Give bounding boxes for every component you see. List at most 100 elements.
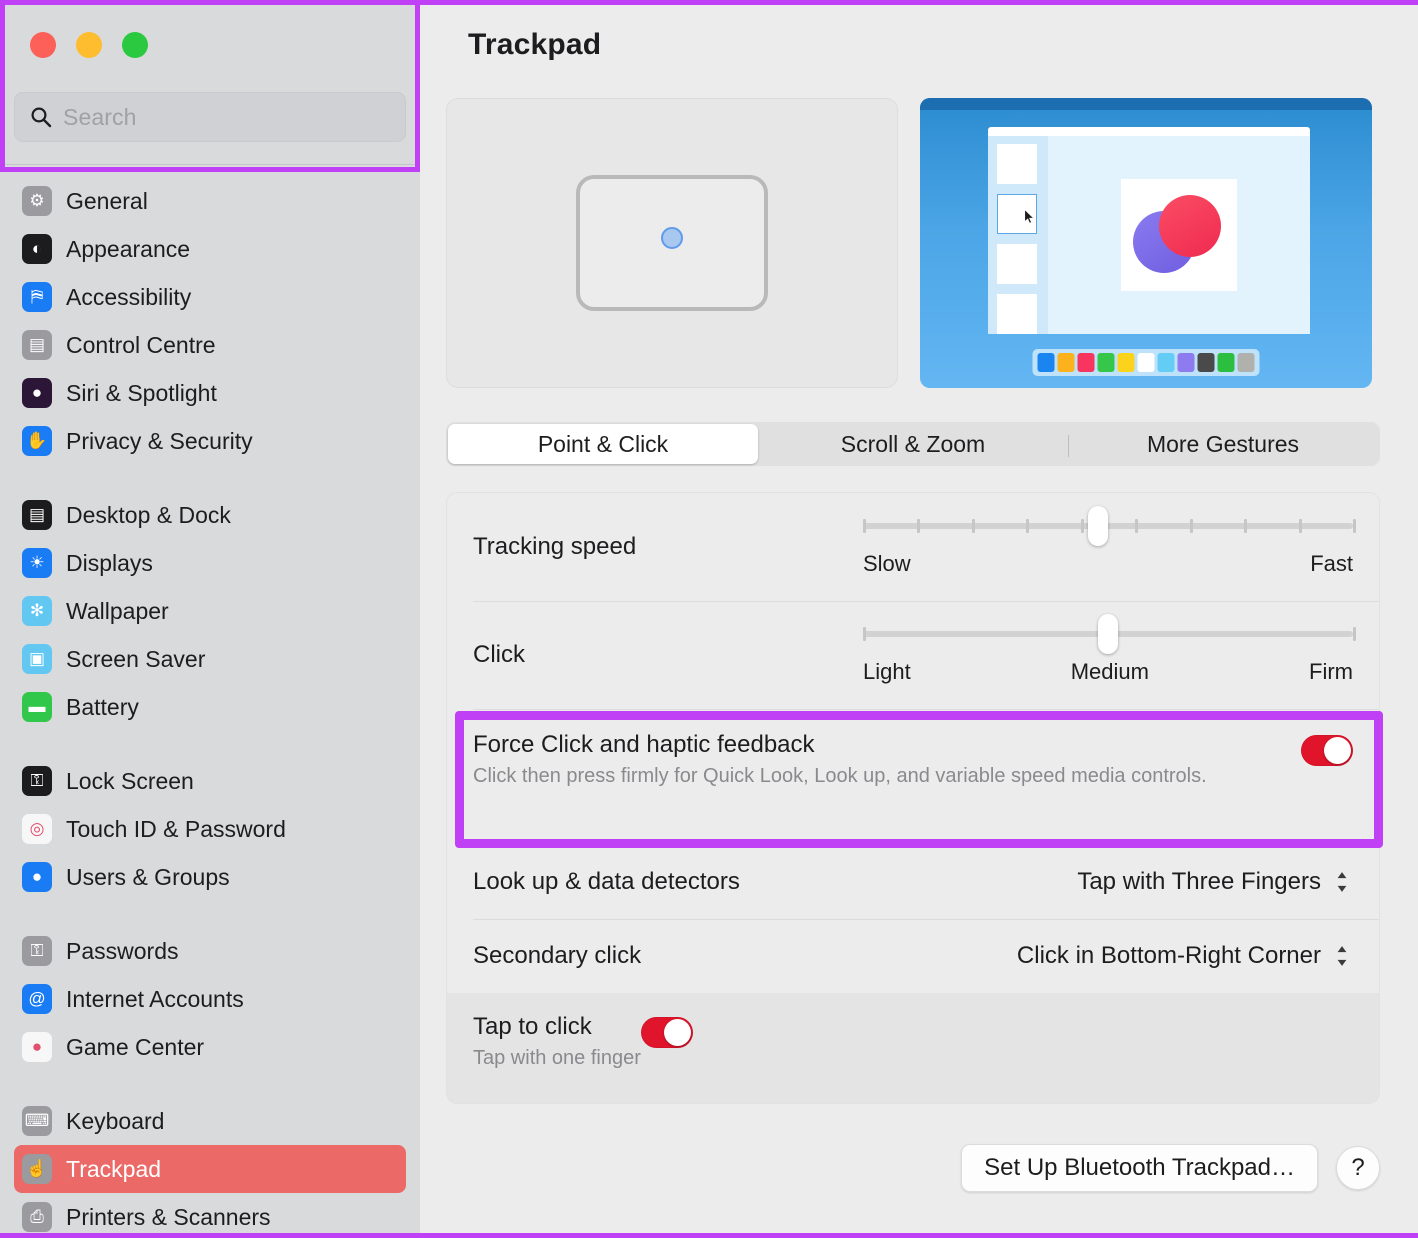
color-swatch[interactable] xyxy=(1217,353,1235,372)
slider-tick xyxy=(1353,627,1356,641)
search-field[interactable]: Search xyxy=(14,92,406,142)
color-swatch[interactable] xyxy=(1197,353,1215,372)
click-slider[interactable]: Light Medium Firm xyxy=(863,614,1356,685)
color-swatch[interactable] xyxy=(1157,353,1175,372)
look-up-popup-menu[interactable]: Tap with Three Fingers xyxy=(1077,867,1353,897)
sidebar-item-trackpad[interactable]: ☝ Trackpad xyxy=(14,1145,406,1193)
sidebar-item-printers-scanners[interactable]: ⎙ Printers & Scanners xyxy=(14,1193,406,1238)
color-swatch-palette xyxy=(1032,349,1260,376)
slider-tick xyxy=(1353,519,1356,533)
tab-scroll-and-zoom[interactable]: Scroll & Zoom xyxy=(758,424,1068,464)
sidebar-item-accessibility[interactable]: ⛿ Accessibility xyxy=(14,273,406,321)
sidebar-item-desktop-dock[interactable]: ▤ Desktop & Dock xyxy=(14,491,406,539)
row-look-up: Look up & data detectors Tap with Three … xyxy=(447,845,1379,919)
tracking-speed-slider[interactable]: Slow Fast xyxy=(863,506,1356,577)
help-icon: ? xyxy=(1351,1154,1365,1181)
row-separator xyxy=(473,709,1379,710)
sidebar-item-label: Passwords xyxy=(66,937,179,964)
tracking-speed-scale-labels: Slow Fast xyxy=(863,551,1353,577)
color-swatch[interactable] xyxy=(1037,353,1055,372)
slider-track[interactable] xyxy=(863,506,1356,546)
illustration-window xyxy=(988,127,1310,334)
slider-max-label: Fast xyxy=(1310,551,1353,576)
slider-tick xyxy=(863,519,866,533)
sidebar-item-screen-saver[interactable]: ▣ Screen Saver xyxy=(14,635,406,683)
sidebar-item-touch-id-password[interactable]: ◎ Touch ID & Password xyxy=(14,805,406,853)
slider-thumb[interactable] xyxy=(1088,506,1109,546)
sidebar-item-users-groups[interactable]: ● Users & Groups xyxy=(14,853,406,901)
sidebar-item-siri-spotlight[interactable]: ● Siri & Spotlight xyxy=(14,369,406,417)
sidebar-item-displays[interactable]: ☀ Displays xyxy=(14,539,406,587)
slider-thumb[interactable] xyxy=(1098,614,1118,654)
force-click-description: Click then press firmly for Quick Look, … xyxy=(473,765,1207,787)
tab-more-gestures[interactable]: More Gestures xyxy=(1068,424,1378,464)
sidebar-nav: ⚙ General ◐ Appearance ⛿ Accessibility ▤ Contro… xyxy=(0,165,420,1238)
slider-tick xyxy=(1244,519,1248,533)
sidebar: Search ⚙ General ◐ Appearance ⛿ Accessibility… xyxy=(0,0,420,1238)
wallpaper-icon: ✻ xyxy=(22,596,52,626)
sidebar-group: ⌨ Keyboard ☝ Trackpad ⎙ Printers & Scanners xyxy=(0,1097,420,1238)
sidebar-item-appearance[interactable]: ◐ Appearance xyxy=(14,225,406,273)
force-click-toggle[interactable] xyxy=(1301,735,1353,766)
color-swatch[interactable] xyxy=(1077,353,1095,372)
tab-label: More Gestures xyxy=(1146,430,1300,457)
color-swatch[interactable] xyxy=(1117,353,1135,372)
sidebar-item-wallpaper[interactable]: ✻ Wallpaper xyxy=(14,587,406,635)
close-button[interactable] xyxy=(30,32,56,58)
slider-track[interactable] xyxy=(863,614,1356,654)
annotation-top-border xyxy=(0,0,1418,5)
printers-scanners-icon: ⎙ xyxy=(22,1202,52,1232)
trackpad-preview-card xyxy=(446,98,898,388)
minimize-button[interactable] xyxy=(76,32,102,58)
sidebar-item-internet-accounts[interactable]: @ Internet Accounts xyxy=(14,975,406,1023)
row-force-click: Force Click and haptic feedback Click th… xyxy=(447,709,1379,845)
toggle-knob xyxy=(663,1019,691,1046)
color-swatch[interactable] xyxy=(1057,353,1075,372)
secondary-click-popup-menu[interactable]: Click in Bottom-Right Corner xyxy=(1017,941,1353,971)
row-click: Click Light Medium Firm xyxy=(447,601,1379,709)
zoom-button[interactable] xyxy=(122,32,148,58)
color-swatch[interactable] xyxy=(1137,353,1155,372)
slider-tick xyxy=(1135,519,1139,533)
sidebar-item-battery[interactable]: ▬ Battery xyxy=(14,683,406,731)
look-up-value: Tap with Three Fingers xyxy=(1077,868,1321,895)
sidebar-item-passwords[interactable]: ⚿ Passwords xyxy=(14,927,406,975)
tabs-container: Point & Click Scroll & Zoom More Gesture… xyxy=(420,388,1418,466)
sidebar-item-privacy-security[interactable]: ✋ Privacy & Security xyxy=(14,417,406,465)
help-button[interactable]: ? xyxy=(1336,1146,1380,1190)
tap-to-click-toggle[interactable] xyxy=(640,1017,693,1048)
sidebar-item-control-centre[interactable]: ▤ Control Centre xyxy=(14,321,406,369)
row-secondary-click: Secondary click Click in Bottom-Right Co… xyxy=(447,919,1379,993)
tab-label: Point & Click xyxy=(537,430,669,457)
touch-id-icon: ◎ xyxy=(22,814,52,844)
sidebar-group: ⚿ Passwords @ Internet Accounts ● Game Center xyxy=(0,927,420,1071)
lock-screen-icon: ⚿ xyxy=(22,766,52,796)
illustration-thumbnail xyxy=(997,294,1037,334)
look-up-label: Look up & data detectors xyxy=(473,868,740,895)
gear-icon: ⚙ xyxy=(22,186,52,216)
tab-divider xyxy=(1068,435,1069,457)
sidebar-item-label: Game Center xyxy=(66,1033,205,1060)
gesture-illustration xyxy=(920,98,1372,388)
sidebar-item-keyboard[interactable]: ⌨ Keyboard xyxy=(14,1097,406,1145)
sidebar-item-lock-screen[interactable]: ⚿ Lock Screen xyxy=(14,757,406,805)
sidebar-item-label: Printers & Scanners xyxy=(66,1203,271,1230)
slider-tick xyxy=(971,519,975,533)
sidebar-item-label: Lock Screen xyxy=(66,767,194,794)
slider-min-label: Light xyxy=(863,659,911,684)
search-placeholder: Search xyxy=(63,103,137,130)
window-traffic-lights xyxy=(0,0,420,72)
color-swatch[interactable] xyxy=(1177,353,1195,372)
color-swatch[interactable] xyxy=(1097,353,1115,372)
set-up-bluetooth-trackpad-button[interactable]: Set Up Bluetooth Trackpad… xyxy=(961,1144,1318,1192)
sidebar-item-general[interactable]: ⚙ General xyxy=(14,177,406,225)
system-settings-window: Search ⚙ General ◐ Appearance ⛿ Accessibility… xyxy=(0,0,1418,1238)
sidebar-item-label: Siri & Spotlight xyxy=(66,379,217,406)
tab-point-and-click[interactable]: Point & Click xyxy=(448,424,758,464)
chevron-updown-icon xyxy=(1331,867,1353,897)
sidebar-item-game-center[interactable]: ● Game Center xyxy=(14,1023,406,1071)
color-swatch[interactable] xyxy=(1237,353,1255,372)
accessibility-icon: ⛿ xyxy=(22,282,52,312)
